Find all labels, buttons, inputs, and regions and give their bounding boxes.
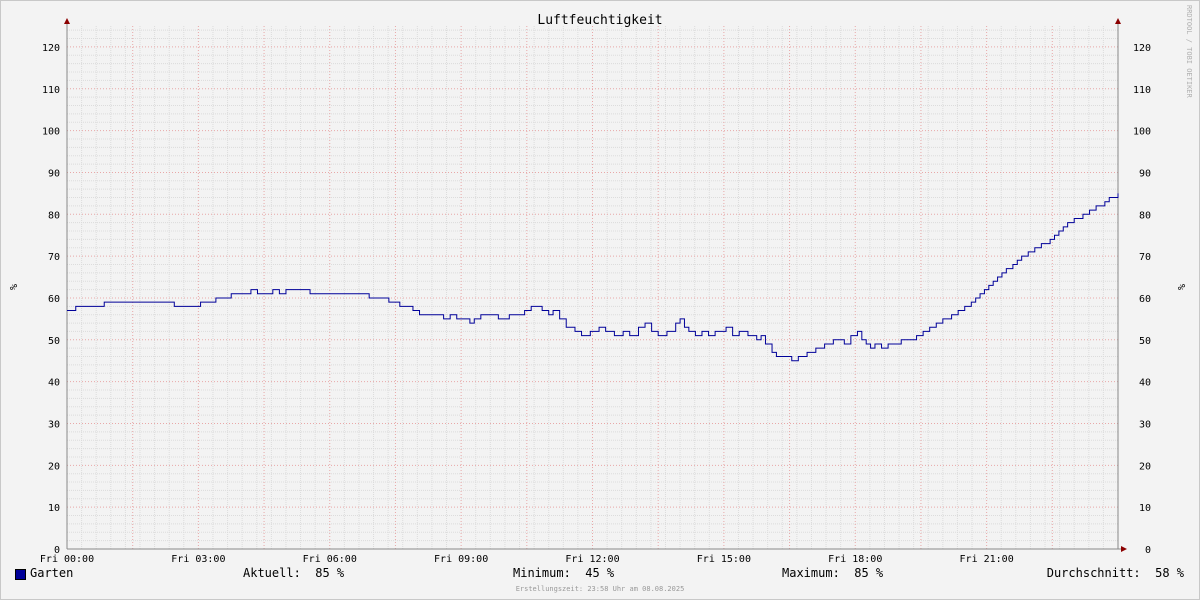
x-tick-label: Fri 15:00	[697, 554, 751, 565]
x-tick-label: Fri 18:00	[828, 554, 882, 565]
x-tick-label: Fri 21:00	[960, 554, 1014, 565]
y-tick-label-right: 30	[1139, 419, 1151, 430]
y-tick-label-left: 20	[48, 461, 60, 472]
y-tick-label-right: 20	[1139, 461, 1151, 472]
y-tick-label-right: 120	[1133, 43, 1151, 54]
y-tick-label-left: 40	[48, 378, 60, 389]
y-tick-label-right: 90	[1139, 168, 1151, 179]
y-axis-label-right: %	[1175, 284, 1186, 290]
x-axis-arrow	[1121, 546, 1127, 552]
y-tick-label-right: 60	[1139, 294, 1151, 305]
x-tick-label: Fri 12:00	[565, 554, 619, 565]
y-tick-label-right: 80	[1139, 210, 1151, 221]
y-tick-label-left: 80	[48, 210, 60, 221]
legend-current: Aktuell: 85 %	[243, 566, 345, 580]
y-tick-label-left: 70	[48, 252, 60, 263]
y-tick-label-right: 0	[1145, 545, 1151, 556]
y-tick-label-right: 10	[1139, 503, 1151, 514]
creation-time: Erstellungszeit: 23:58 Uhr am 08.08.2025	[515, 585, 685, 593]
x-tick-label: Fri 00:00	[40, 554, 94, 565]
y-tick-label-left: 120	[42, 43, 60, 54]
y-tick-label-left: 100	[42, 127, 60, 138]
y-axis-arrow-right	[1115, 18, 1121, 24]
y-tick-label-right: 50	[1139, 336, 1151, 347]
x-tick-label: Fri 03:00	[171, 554, 225, 565]
y-tick-label-left: 90	[48, 168, 60, 179]
y-axis-label-left: %	[7, 284, 18, 290]
axes	[64, 18, 1127, 552]
chart-title: Luftfeuchtigkeit	[537, 13, 662, 28]
watermark: RRDTOOL / TOBI OETIKER	[1185, 5, 1193, 99]
series-swatch	[15, 569, 26, 580]
y-tick-label-right: 100	[1133, 127, 1151, 138]
y-tick-label-left: 60	[48, 294, 60, 305]
y-tick-label-left: 110	[42, 85, 60, 96]
legend-series-name: Garten	[30, 566, 74, 580]
y-tick-label-right: 40	[1139, 378, 1151, 389]
y-axis-arrow-left	[64, 18, 70, 24]
y-tick-label-right: 110	[1133, 85, 1151, 96]
y-tick-label-left: 10	[48, 503, 60, 514]
legend-average: Durchschnitt: 58 %	[1046, 566, 1184, 580]
x-tick-label: Fri 06:00	[303, 554, 357, 565]
y-axis-left-ticks: 0102030405060708090100110120	[42, 43, 60, 556]
y-tick-label-left: 50	[48, 336, 60, 347]
humidity-chart: 0 10 20 30 40 50 60 70 80 90 100 110 120 0 10 20 30 40 50…	[7, 5, 1193, 565]
x-axis-ticks: Fri 00:00 Fri 03:00 Fri 06:00 Fri 09:00 Fri …	[40, 554, 1014, 565]
x-tick-label: Fri 09:00	[434, 554, 488, 565]
major-grid	[67, 26, 1118, 549]
y-axis-right-ticks: 0 10 20 30 40 50 60 70 80 90 100 110 120	[1133, 43, 1151, 556]
legend-maximum: Maximum: 85 %	[782, 566, 884, 580]
y-tick-label-right: 70	[1139, 252, 1151, 263]
legend-minimum: Minimum: 45 %	[513, 566, 615, 580]
legend: Garten Aktuell: 85 % Minimum: 45 % Maxim…	[0, 566, 1200, 584]
y-tick-label-left: 30	[48, 419, 60, 430]
